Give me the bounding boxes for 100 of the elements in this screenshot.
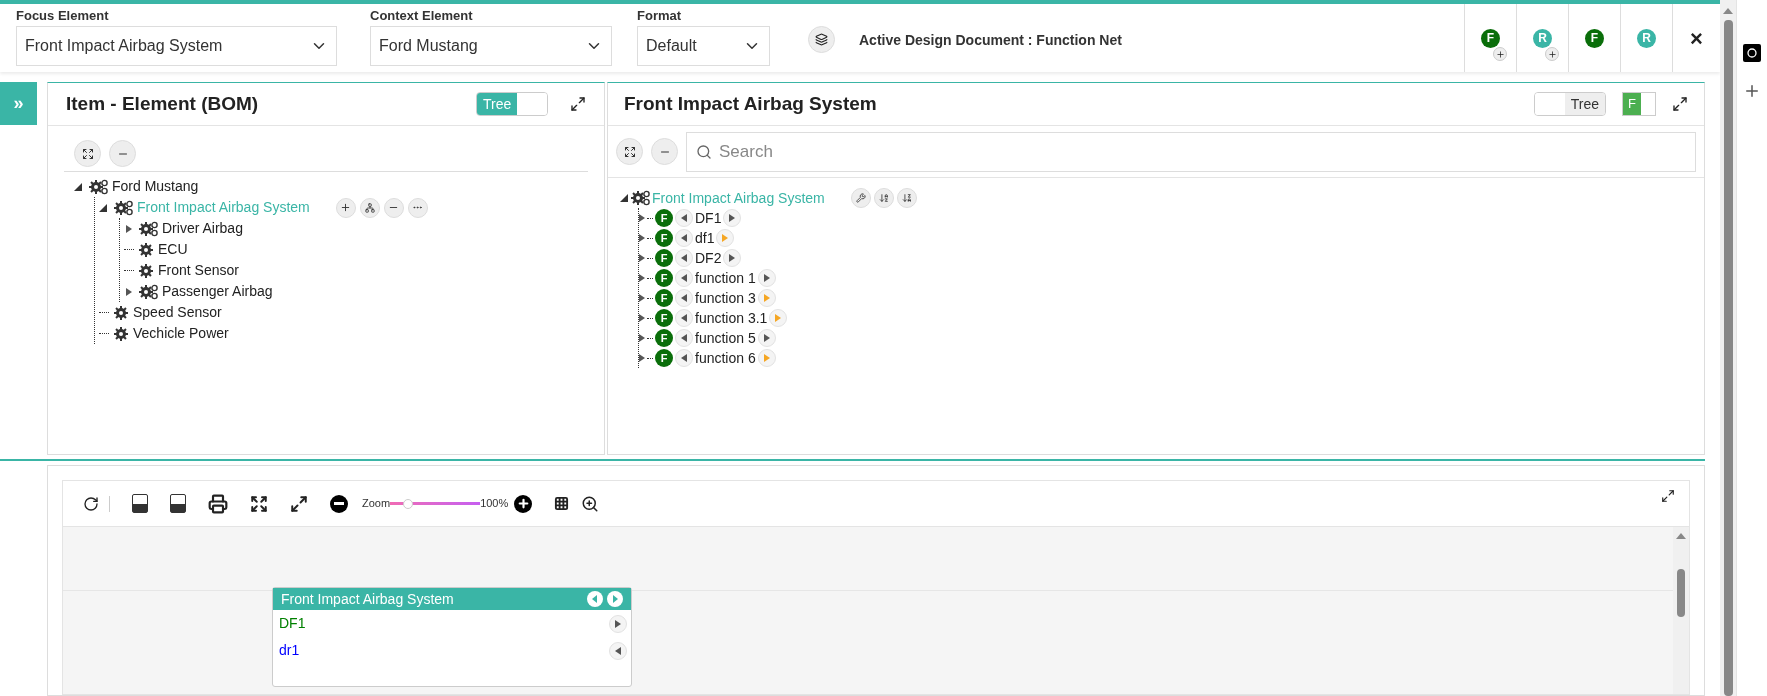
right-arrow-button[interactable] xyxy=(757,329,776,347)
expand-all-button[interactable] xyxy=(74,140,101,167)
collapsed-triangle-icon[interactable] xyxy=(639,274,645,282)
scroll-up-icon[interactable] xyxy=(1723,8,1733,14)
zoom-out-icon[interactable] xyxy=(330,494,348,513)
right-arrow-button[interactable] xyxy=(723,249,742,267)
function-item[interactable]: function 3 xyxy=(695,287,756,309)
left-arrow-button[interactable] xyxy=(675,209,693,227)
left-arrow-button[interactable] xyxy=(675,269,693,287)
collapsed-triangle-icon[interactable] xyxy=(639,214,645,222)
sort-descending-button[interactable] xyxy=(896,188,917,208)
expand-icon[interactable] xyxy=(1672,96,1688,112)
plus-icon[interactable] xyxy=(1743,82,1761,100)
expand-icon[interactable] xyxy=(570,96,586,112)
fit-icon[interactable] xyxy=(290,494,308,513)
fullscreen-icon[interactable] xyxy=(250,494,268,513)
expanded-triangle-icon[interactable] xyxy=(74,182,82,191)
scroll-up-icon[interactable] xyxy=(1676,533,1686,539)
dropdown-field[interactable]: Ford Mustang xyxy=(370,26,612,66)
letter-badge: R xyxy=(1637,28,1656,48)
tree-toggle[interactable]: Tree xyxy=(1534,92,1606,116)
collapsed-triangle-icon[interactable] xyxy=(125,224,133,233)
tree-item[interactable]: Ford Mustang xyxy=(112,176,199,197)
left-triangle-icon xyxy=(681,214,687,222)
field-label: Focus Element xyxy=(16,7,110,25)
collapsed-triangle-icon[interactable] xyxy=(639,254,645,262)
collapsed-triangle-icon[interactable] xyxy=(639,294,645,302)
expanded-triangle-icon[interactable] xyxy=(620,194,628,202)
assistant-logo-icon[interactable] xyxy=(1743,44,1761,62)
tree-item[interactable]: Passenger Airbag xyxy=(162,281,273,302)
letter-badge: F xyxy=(1481,28,1500,48)
tools-button[interactable] xyxy=(850,188,871,208)
port-label: DF1 xyxy=(279,614,306,633)
hierarchy-button[interactable] xyxy=(359,197,380,218)
expanded-triangle-icon[interactable] xyxy=(99,203,107,212)
png-export-icon[interactable] xyxy=(170,494,186,513)
sort-ascending-button[interactable] xyxy=(873,188,894,208)
search-field[interactable]: Search xyxy=(686,131,1696,172)
function-badge: F xyxy=(655,209,673,227)
search-icon xyxy=(696,143,712,160)
function-item[interactable]: df1 xyxy=(695,227,715,249)
collapse-all-button[interactable] xyxy=(651,138,678,165)
letter-badge: R xyxy=(1533,28,1552,48)
header-action-button[interactable]: F xyxy=(1464,4,1516,72)
zoom-slider[interactable] xyxy=(390,497,481,510)
right-arrow-button[interactable] xyxy=(757,269,776,287)
plus-icon xyxy=(340,202,352,213)
layers-button[interactable] xyxy=(808,26,835,53)
collapsed-triangle-icon[interactable] xyxy=(125,287,133,296)
tree-item[interactable]: Front Sensor xyxy=(158,260,239,281)
scrollbar-thumb[interactable] xyxy=(1723,20,1733,696)
output-port-icon[interactable] xyxy=(609,614,627,633)
collapsed-triangle-icon[interactable] xyxy=(639,334,645,342)
gear-icon xyxy=(113,304,129,321)
tree-item[interactable]: Speed Sensor xyxy=(133,302,222,323)
left-triangle-icon xyxy=(681,294,687,302)
function-item[interactable]: DF1 xyxy=(695,207,722,229)
left-arrow-button[interactable] xyxy=(675,349,693,367)
left-arrow-button[interactable] xyxy=(675,309,693,327)
zoom-in-icon[interactable] xyxy=(514,494,533,513)
refresh-icon[interactable] xyxy=(83,495,99,512)
collapse-all-button[interactable] xyxy=(109,140,136,167)
page-scrollbar[interactable] xyxy=(1720,0,1736,696)
left-arrow-button[interactable] xyxy=(675,289,693,307)
function-item[interactable]: function 3.1 xyxy=(695,307,768,329)
gear-icon xyxy=(138,262,154,279)
function-badge: F xyxy=(655,289,673,307)
scrollbar-thumb[interactable] xyxy=(1677,569,1685,617)
svg-export-icon[interactable] xyxy=(132,494,148,513)
left-arrow-button[interactable] xyxy=(675,229,693,247)
panel-title: Front Impact Airbag System xyxy=(624,91,877,116)
dropdown-field[interactable]: Default xyxy=(637,26,770,66)
add-button[interactable] xyxy=(335,197,356,218)
function-item[interactable]: function 1 xyxy=(695,267,756,289)
tree-item[interactable]: ECU xyxy=(158,239,188,260)
tree-item[interactable]: Driver Airbag xyxy=(162,218,243,239)
input-port-icon[interactable] xyxy=(609,641,627,660)
zoom-search-icon[interactable] xyxy=(581,494,600,513)
right-arrow-button[interactable] xyxy=(723,209,742,227)
function-item[interactable]: function 6 xyxy=(695,347,756,369)
left-triangle-icon xyxy=(681,354,687,362)
active-document-text: Active Design Document : Function Net xyxy=(859,31,1122,50)
layers-icon xyxy=(815,33,828,46)
left-arrow-button[interactable] xyxy=(675,329,693,347)
header-action-button[interactable]: F xyxy=(1568,4,1620,72)
tree-item[interactable]: Vechicle Power xyxy=(133,323,229,344)
field-label: Context Element xyxy=(370,7,474,25)
canvas-scrollbar[interactable] xyxy=(1673,527,1689,694)
collapsed-triangle-icon[interactable] xyxy=(639,314,645,322)
grid-icon[interactable] xyxy=(554,496,570,511)
printer-icon[interactable] xyxy=(208,493,228,514)
expand-icon[interactable] xyxy=(1661,489,1675,503)
expand-all-button[interactable] xyxy=(616,138,643,165)
function-item[interactable]: DF2 xyxy=(695,247,722,269)
function-item[interactable]: function 5 xyxy=(695,327,756,349)
collapsed-triangle-icon[interactable] xyxy=(639,234,645,242)
collapsed-triangle-icon[interactable] xyxy=(639,354,645,362)
right-triangle-icon xyxy=(775,314,782,322)
left-arrow-button[interactable] xyxy=(675,249,693,267)
dropdown-field[interactable]: Front Impact Airbag System xyxy=(16,26,337,66)
